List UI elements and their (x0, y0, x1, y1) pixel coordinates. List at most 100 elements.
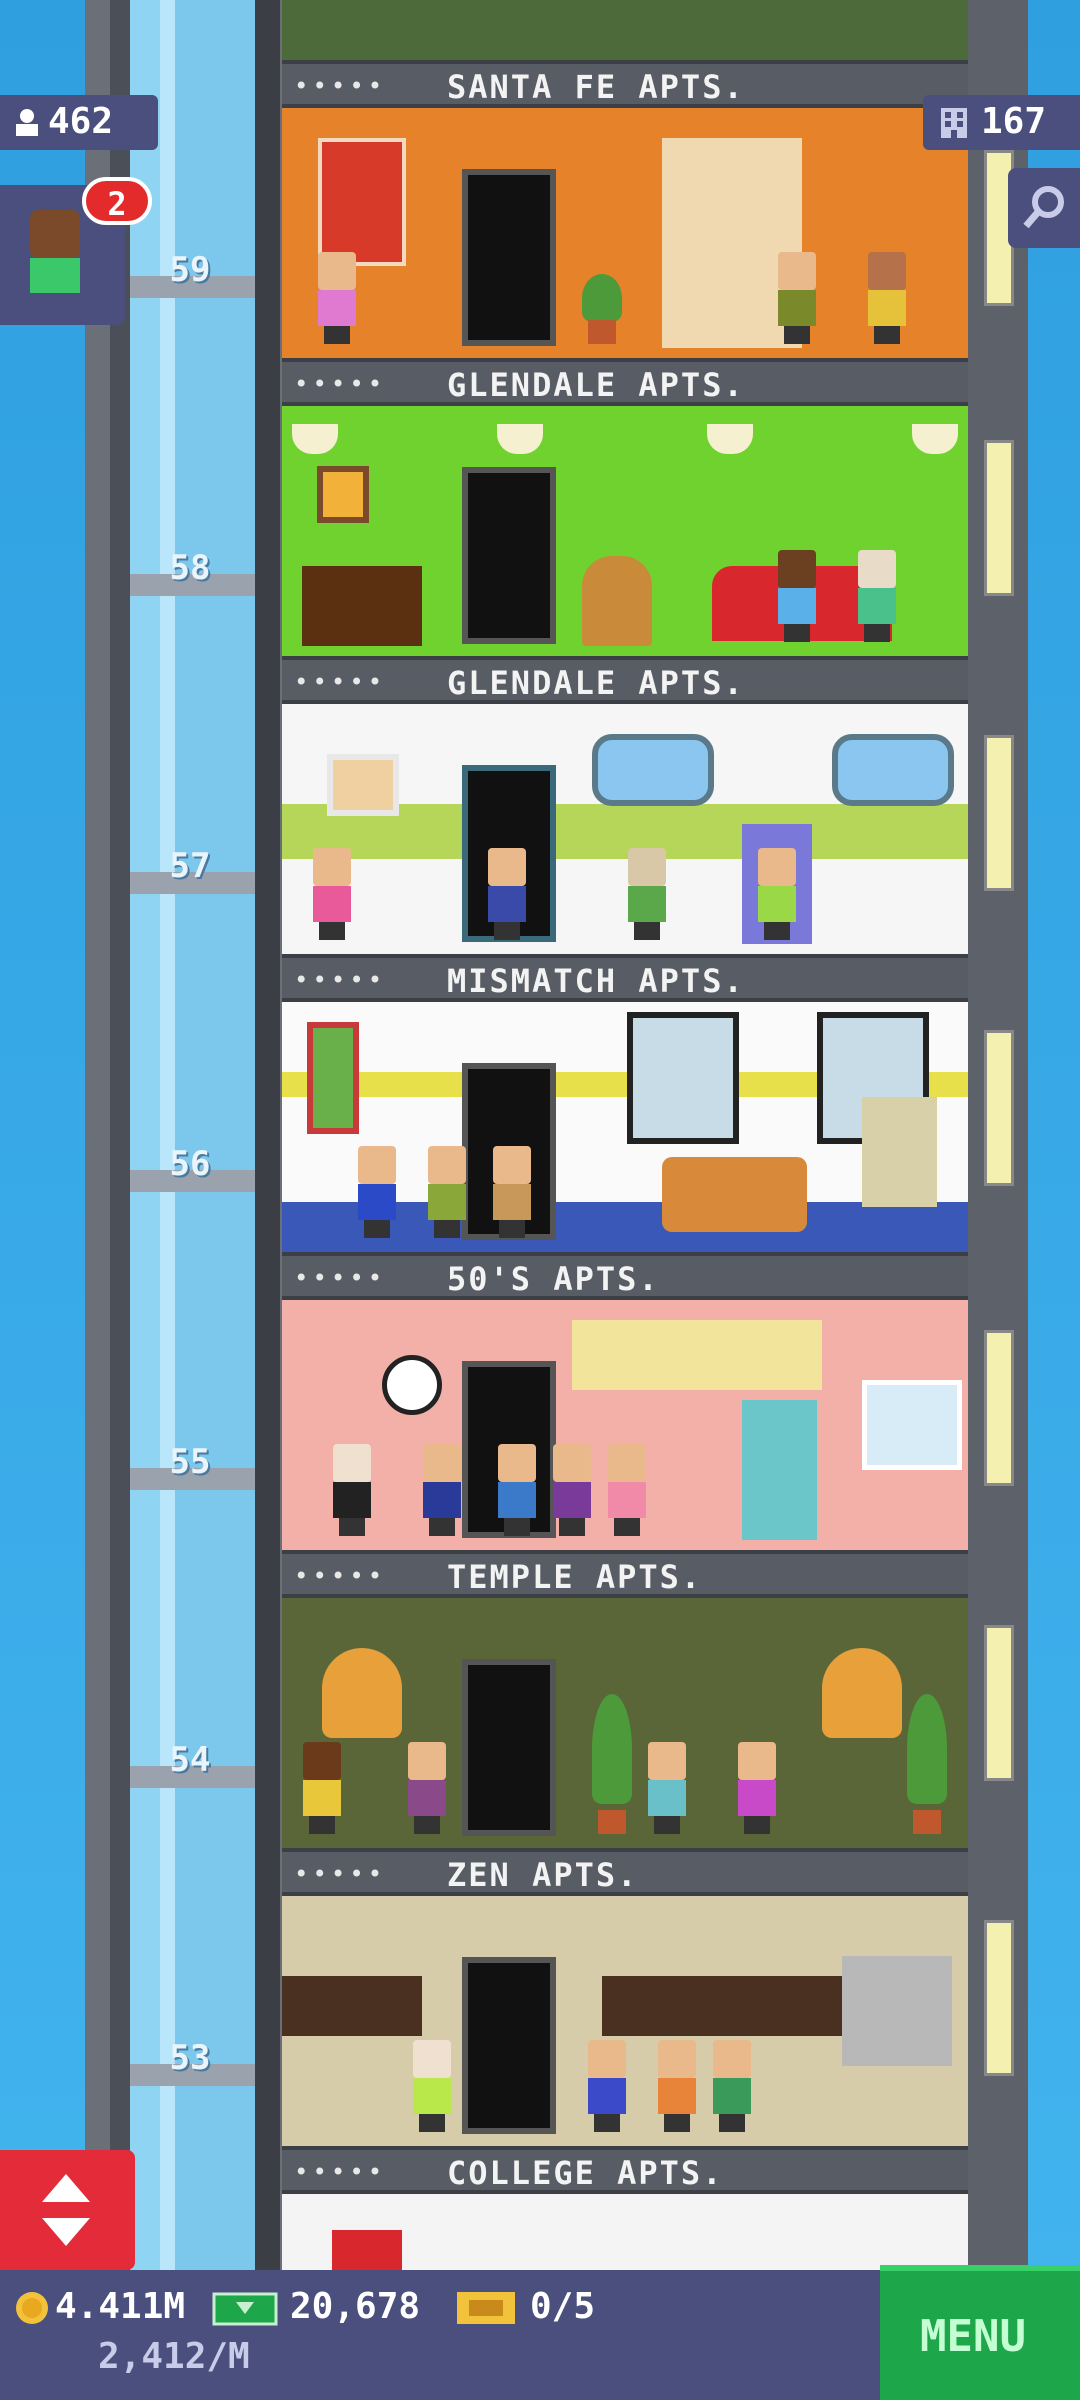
resident[interactable] (297, 1742, 347, 1834)
ceiling-lamp (292, 424, 338, 454)
porthole-window (592, 734, 714, 806)
resident[interactable] (402, 1742, 452, 1834)
resident[interactable] (327, 1444, 377, 1536)
fridge (742, 1400, 817, 1540)
population-counter[interactable]: 462 (0, 95, 158, 150)
apartment-door[interactable] (462, 169, 556, 346)
resident[interactable] (352, 1146, 402, 1238)
floors-value: 167 (981, 101, 1047, 142)
floor-stars: ••••• (294, 966, 387, 994)
resident[interactable] (547, 1444, 597, 1536)
avatar-body (30, 258, 80, 293)
room-50s[interactable] (282, 1002, 968, 1252)
elevator-button[interactable] (0, 2150, 135, 2270)
room-ivymoss[interactable] (282, 108, 968, 358)
resident[interactable] (482, 848, 532, 940)
apartment-door[interactable] (462, 1659, 556, 1836)
floor-counter[interactable]: 167 (923, 95, 1080, 150)
wall-picture (307, 1022, 359, 1134)
floor-58[interactable]: ••••• GLENDALE APTS. (282, 406, 968, 704)
floor-54[interactable]: ••••• ZEN APTS. (282, 1598, 968, 1896)
apartment-door[interactable] (462, 1957, 556, 2134)
ceiling-lamp (912, 424, 958, 454)
resident[interactable] (752, 848, 802, 940)
ceiling-lamp (497, 424, 543, 454)
bottom-status-bar: 4.411M 20,678 0/5 2,412/M (0, 2270, 880, 2400)
window (627, 1012, 739, 1144)
notification-badge: 2 (82, 177, 152, 225)
resident[interactable] (492, 1444, 542, 1536)
floor-56[interactable]: ••••• 50'S APTS. (282, 1002, 968, 1300)
floor-name: ZEN APTS. (447, 1856, 639, 1894)
pillar-window (984, 1330, 1014, 1486)
floor-55[interactable]: ••••• TEMPLE APTS. (282, 1300, 968, 1598)
resident[interactable] (772, 550, 822, 642)
tickets-value: 0/5 (530, 2286, 596, 2327)
floor-57[interactable]: ••••• MISMATCH APTS. (282, 704, 968, 1002)
window (862, 1380, 962, 1470)
floor-name: SANTA FE APTS. (447, 68, 745, 106)
wall-clock (382, 1355, 442, 1415)
floor-label-bar: ••••• SANTA FE APTS. (282, 60, 968, 108)
elevator-arrows-icon (42, 2174, 90, 2246)
arcade-machine (862, 1097, 937, 1207)
room-next-floor[interactable] (282, 2194, 968, 2270)
resident[interactable] (862, 252, 912, 344)
floor-number: 59 (169, 250, 211, 290)
room-glendale[interactable] (282, 406, 968, 656)
resident[interactable] (487, 1146, 537, 1238)
resident[interactable] (642, 1742, 692, 1834)
floor-name: MISMATCH APTS. (447, 962, 745, 1000)
golden-mask (322, 1648, 402, 1738)
resident[interactable] (852, 550, 902, 642)
room-mismatch[interactable] (282, 704, 968, 954)
wall-picture (317, 466, 369, 523)
floor-name: 50'S APTS. (447, 1260, 660, 1298)
floor-santa-fe[interactable]: ••••• SANTA FE APTS. (282, 0, 968, 108)
floor-stars: ••••• (294, 72, 387, 100)
shaft-rail-left (110, 0, 130, 2290)
resident[interactable] (307, 848, 357, 940)
floor-stars: ••••• (294, 1562, 387, 1590)
pillar-window (984, 1625, 1014, 1781)
golden-mask (822, 1648, 902, 1738)
floor-53[interactable]: ••••• COLLEGE APTS. (282, 1896, 968, 2194)
resident[interactable] (772, 252, 822, 344)
room-college[interactable] (282, 1896, 968, 2146)
room-zen[interactable] (282, 1598, 968, 1848)
pennant (332, 2230, 402, 2270)
resident[interactable] (602, 1444, 652, 1536)
wall-picture (327, 754, 399, 816)
floor-number: 55 (169, 1442, 211, 1482)
floor-label-bar: ••••• TEMPLE APTS. (282, 1550, 968, 1598)
resident[interactable] (652, 2040, 702, 2132)
population-value: 462 (48, 101, 114, 142)
resident[interactable] (707, 2040, 757, 2132)
floor-name: GLENDALE APTS. (447, 664, 745, 702)
building-icon (941, 108, 967, 138)
jukebox (582, 556, 652, 646)
orange-sofa (662, 1157, 807, 1232)
upper-cabinets (572, 1320, 822, 1390)
porthole-window (832, 734, 954, 806)
resident[interactable] (732, 1742, 782, 1834)
menu-button[interactable]: MENU (880, 2265, 1080, 2400)
room-santa-fe[interactable] (282, 0, 968, 60)
tower-right-pillar (968, 0, 1028, 2290)
resident[interactable] (312, 252, 362, 344)
resident[interactable] (417, 1444, 467, 1536)
resident[interactable] (622, 848, 672, 940)
pillar-window (984, 440, 1014, 596)
potted-plant (582, 274, 622, 344)
search-button[interactable] (1008, 168, 1080, 248)
pillar-window (984, 735, 1014, 891)
floor-label-bar: ••••• MISMATCH APTS. (282, 954, 968, 1002)
resident[interactable] (582, 2040, 632, 2132)
resident[interactable] (407, 2040, 457, 2132)
room-temple[interactable] (282, 1300, 968, 1550)
apartment-door[interactable] (462, 467, 556, 644)
ticket-icon (457, 2292, 515, 2324)
resident[interactable] (422, 1146, 472, 1238)
floor-name: GLENDALE APTS. (447, 366, 745, 404)
floor-59[interactable]: ••••• GLENDALE APTS. (282, 108, 968, 406)
